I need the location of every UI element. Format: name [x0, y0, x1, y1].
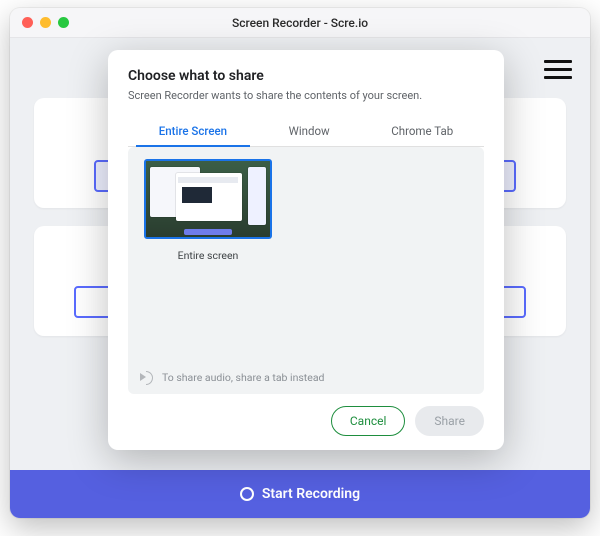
start-recording-button[interactable]: Start Recording	[10, 470, 590, 518]
share-button: Share	[415, 406, 484, 436]
screen-thumbnail	[144, 159, 272, 239]
app-window: Screen Recorder - Scre.io Start Recordin…	[10, 8, 590, 518]
tab-chrome-tab[interactable]: Chrome Tab	[360, 116, 484, 146]
tab-window[interactable]: Window	[258, 116, 361, 146]
share-panel: Entire screen To share audio, share a ta…	[128, 147, 484, 394]
tab-entire-screen[interactable]: Entire Screen	[128, 116, 258, 146]
zoom-icon[interactable]	[58, 17, 69, 28]
screen-thumbnail-label: Entire screen	[144, 249, 272, 262]
screen-option[interactable]: Entire screen	[144, 159, 272, 262]
record-icon	[240, 487, 254, 501]
dialog-title: Choose what to share	[128, 68, 484, 84]
dialog-subtitle: Screen Recorder wants to share the conte…	[128, 89, 484, 102]
start-recording-label: Start Recording	[262, 486, 360, 502]
audio-hint: To share audio, share a tab instead	[140, 370, 324, 384]
window-controls	[10, 17, 69, 28]
window-title: Screen Recorder - Scre.io	[10, 16, 590, 30]
menu-button[interactable]	[544, 60, 572, 79]
close-icon[interactable]	[22, 17, 33, 28]
share-tabs: Entire Screen Window Chrome Tab	[128, 116, 484, 147]
cancel-button[interactable]: Cancel	[331, 406, 406, 436]
audio-hint-text: To share audio, share a tab instead	[162, 371, 324, 384]
minimize-icon[interactable]	[40, 17, 51, 28]
share-dialog: Choose what to share Screen Recorder wan…	[108, 50, 504, 450]
dialog-actions: Cancel Share	[128, 406, 484, 436]
titlebar: Screen Recorder - Scre.io	[10, 8, 590, 38]
speaker-icon	[140, 370, 154, 384]
